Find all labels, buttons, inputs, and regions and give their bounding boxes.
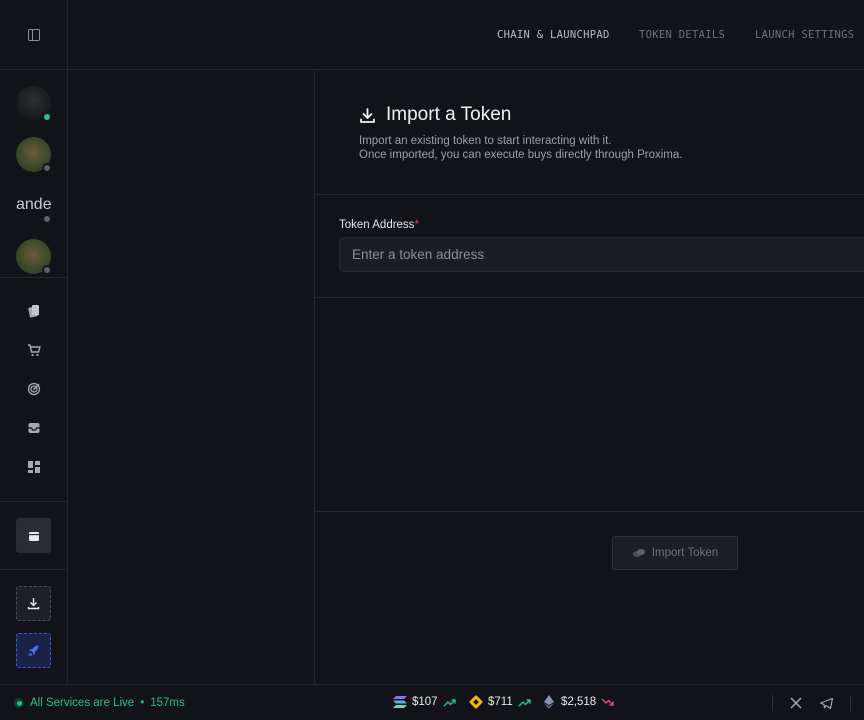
dashboard-icon[interactable]: [24, 457, 44, 477]
sidebar-header: [0, 0, 67, 70]
toggle-sidebar-icon[interactable]: [27, 28, 40, 41]
trend-up-icon: [443, 698, 456, 707]
title-row: Import a Token: [359, 104, 511, 126]
token-address-label: Token Address*: [339, 219, 419, 231]
divider: [315, 511, 864, 512]
price-ethereum: $2,518: [542, 695, 614, 709]
label-text: Token Address: [339, 219, 415, 231]
live-status-dot: [14, 698, 24, 708]
price-value: $107: [412, 696, 438, 708]
avatar[interactable]: ande: [16, 188, 52, 224]
x-twitter-icon[interactable]: [788, 695, 804, 711]
required-mark: *: [414, 219, 419, 231]
coins-icon: [632, 549, 645, 557]
price-solana: $107: [393, 695, 456, 709]
sidebar: ande: [0, 0, 68, 684]
offline-status-dot: [42, 265, 52, 275]
bnb-icon: [469, 695, 483, 709]
service-status-text: All Services are Live: [30, 697, 135, 709]
import-token-submit-button[interactable]: Import Token: [612, 536, 738, 570]
solana-icon: [393, 695, 407, 709]
panel-header: Import a Token Import an existing token …: [315, 70, 864, 195]
cards-icon[interactable]: [24, 301, 44, 321]
offline-status-dot: [42, 163, 52, 173]
import-token-button[interactable]: [16, 586, 51, 621]
step-token-details[interactable]: TOKEN DETAILS: [639, 29, 725, 41]
price-bnb: $711: [469, 695, 531, 709]
launch-token-button[interactable]: [16, 633, 51, 668]
rocket-icon: [28, 645, 39, 656]
service-status: All Services are Live • 157ms: [14, 697, 185, 709]
offline-status-dot: [42, 214, 52, 224]
stepper-bar: CHAIN & LAUNCHPAD TOKEN DETAILS LAUNCH S…: [68, 0, 864, 70]
status-bar: All Services are Live • 157ms $107 $711 …: [0, 684, 864, 720]
import-token-panel: Import a Token Import an existing token …: [314, 70, 864, 684]
online-status-dot: [42, 112, 52, 122]
price-value: $2,518: [561, 696, 597, 708]
wallet-icon: [28, 531, 39, 541]
sidebar-nav: [0, 278, 68, 502]
status-separator: •: [140, 697, 145, 709]
divider: [850, 695, 851, 711]
avatar[interactable]: [16, 137, 52, 173]
divider: [772, 695, 773, 711]
inbox-icon[interactable]: [24, 418, 44, 438]
page-description: Import an existing token to start intera…: [359, 134, 682, 162]
telegram-icon[interactable]: [818, 695, 834, 711]
token-address-input[interactable]: [339, 237, 864, 272]
avatar-list: ande: [0, 70, 67, 278]
latency-value: 157ms: [150, 697, 185, 709]
step-launch-settings[interactable]: LAUNCH SETTINGS: [755, 29, 854, 41]
trend-up-icon: [518, 698, 531, 707]
download-icon: [27, 598, 40, 610]
avatar[interactable]: [16, 86, 52, 122]
page-title: Import a Token: [386, 104, 512, 125]
step-chain-launchpad[interactable]: CHAIN & LAUNCHPAD: [497, 29, 610, 41]
description-line: Once imported, you can execute buys dire…: [359, 149, 683, 161]
price-value: $711: [488, 696, 513, 708]
import-button-label: Import Token: [651, 547, 719, 559]
avatar-text: ande: [16, 196, 52, 213]
wallet-button[interactable]: [16, 518, 51, 553]
divider: [0, 569, 68, 570]
download-icon: [360, 107, 375, 123]
ethereum-icon: [542, 695, 556, 709]
cart-icon[interactable]: [24, 340, 44, 360]
radar-icon[interactable]: [24, 379, 44, 399]
avatar[interactable]: [16, 239, 52, 275]
description-line: Import an existing token to start intera…: [359, 135, 612, 147]
divider: [315, 297, 864, 298]
trend-down-icon: [601, 697, 614, 706]
